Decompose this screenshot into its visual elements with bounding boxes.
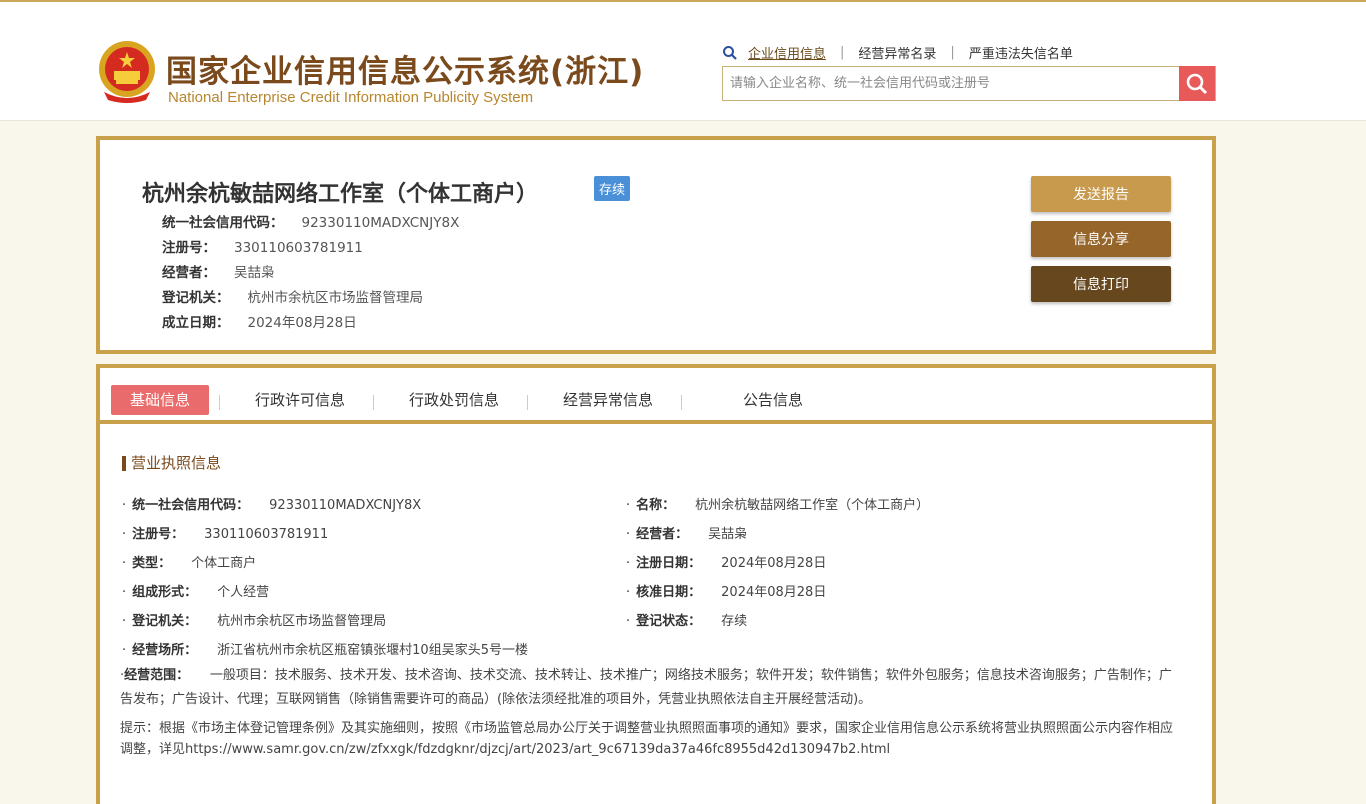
field-label: 经营范围：: [124, 668, 190, 683]
site-logo-title: 国家企业信用信息公示系统(浙江): [166, 54, 645, 90]
search-box: [722, 66, 1216, 101]
field-label: 经营场所：: [132, 643, 198, 658]
field-value: 杭州市余杭区市场监督管理局: [217, 614, 387, 629]
bullet: ·: [122, 614, 127, 629]
summary-est-date-label: 成立日期：: [162, 315, 230, 331]
field-form: · 组成形式： 个人经营: [122, 581, 269, 600]
field-label: 注册号：: [132, 527, 185, 542]
bullet: ·: [122, 585, 127, 600]
tab-abnormal-info[interactable]: 经营异常信息: [548, 385, 668, 415]
tab-separator: [527, 395, 528, 410]
field-value: 浙江省杭州市余杭区瓶窑镇张堰村10组吴家头5号一楼: [217, 643, 528, 658]
send-report-button[interactable]: 发送报告: [1031, 176, 1171, 212]
field-label: 注册日期：: [636, 556, 702, 571]
link-separator: |: [840, 45, 845, 60]
field-label: 核准日期：: [636, 585, 702, 600]
summary-reg-no-value: 330110603781911: [234, 240, 363, 256]
notice-text: 提示：根据《市场主体登记管理条例》及其实施细则，按照《市场监管总局办公厅关于调整…: [120, 721, 1174, 757]
field-value: 个人经营: [217, 585, 270, 600]
top-links: 企业信用信息 | 经营异常名录 | 严重违法失信名单: [722, 43, 1073, 62]
field-value: 杭州余杭敏喆网络工作室（个体工商户）: [695, 498, 930, 513]
summary-credit-code-value: 92330110MADXCNJY8X: [301, 215, 460, 231]
field-label: 组成形式：: [132, 585, 198, 600]
summary-operator-label: 经营者：: [162, 265, 216, 281]
bullet: ·: [626, 614, 631, 629]
link-abnormal-list[interactable]: 经营异常名录: [858, 43, 936, 62]
company-name: 杭州余杭敏喆网络工作室（个体工商户）: [142, 182, 539, 207]
tab-bar: 基础信息 行政许可信息 行政处罚信息 经营异常信息 公告信息: [100, 368, 1212, 424]
field-value: 92330110MADXCNJY8X: [269, 498, 422, 513]
summary-credit-code: 统一社会信用代码： 92330110MADXCNJY8X: [162, 211, 459, 231]
bullet: ·: [626, 556, 631, 571]
search-button[interactable]: [1179, 66, 1215, 101]
detail-section: 基础信息 行政许可信息 行政处罚信息 经营异常信息 公告信息 营业执照信息 · 统…: [96, 364, 1216, 804]
bullet: ·: [626, 585, 631, 600]
section-title: 营业执照信息: [122, 456, 221, 471]
summary-authority: 登记机关： 杭州市余杭区市场监督管理局: [162, 286, 423, 306]
summary-authority-value: 杭州市余杭区市场监督管理局: [247, 290, 424, 306]
company-summary-card: 杭州余杭敏喆网络工作室（个体工商户） 存续 统一社会信用代码： 92330110M…: [96, 136, 1216, 354]
field-value: 2024年08月28日: [721, 585, 827, 600]
field-authority: · 登记机关： 杭州市余杭区市场监督管理局: [122, 610, 386, 629]
summary-reg-no: 注册号： 330110603781911: [162, 236, 363, 256]
field-name: · 名称： 杭州余杭敏喆网络工作室（个体工商户）: [626, 494, 929, 513]
field-value: 存续: [721, 614, 748, 629]
tab-separator: [219, 395, 220, 410]
field-value: 330110603781911: [204, 527, 329, 542]
bullet: ·: [122, 556, 127, 571]
link-dishonest-list[interactable]: 严重违法失信名单: [969, 43, 1073, 62]
bullet: ·: [122, 498, 127, 513]
field-value: 个体工商户: [191, 556, 257, 571]
site-header: 国家企业信用信息公示系统(浙江) National Enterprise Cre…: [0, 2, 1366, 121]
share-info-button[interactable]: 信息分享: [1031, 221, 1171, 257]
field-label: 登记机关：: [132, 614, 198, 629]
field-label: 统一社会信用代码：: [132, 498, 250, 513]
field-label: 类型：: [132, 556, 172, 571]
tab-announcement-info[interactable]: 公告信息: [728, 385, 818, 415]
bullet: ·: [122, 527, 127, 542]
field-credit-code: · 统一社会信用代码： 92330110MADXCNJY8X: [122, 494, 421, 513]
summary-authority-label: 登记机关：: [162, 290, 230, 306]
field-business-scope: ·经营范围： 一般项目：技术服务、技术开发、技术咨询、技术交流、技术转让、技术推…: [120, 664, 1180, 712]
bullet: ·: [122, 643, 127, 658]
summary-credit-code-label: 统一社会信用代码：: [162, 215, 284, 231]
summary-est-date-value: 2024年08月28日: [247, 315, 357, 331]
field-label: 登记状态：: [636, 614, 702, 629]
site-logo-subtitle: National Enterprise Credit Information P…: [168, 89, 534, 106]
field-status: · 登记状态： 存续: [626, 610, 747, 629]
search-icon: [723, 45, 737, 60]
print-info-button[interactable]: 信息打印: [1031, 266, 1171, 302]
field-value: 吴喆枭: [708, 527, 748, 542]
field-value: 一般项目：技术服务、技术开发、技术咨询、技术交流、技术转让、技术推广；网络技术服…: [120, 668, 1172, 707]
bullet: ·: [626, 498, 631, 513]
field-label: 名称：: [636, 498, 676, 513]
summary-operator-value: 吴喆枭: [234, 265, 275, 281]
field-reg-date: · 注册日期： 2024年08月28日: [626, 552, 826, 571]
bullet: ·: [626, 527, 631, 542]
field-operator: · 经营者： 吴喆枭: [626, 523, 747, 542]
link-separator: |: [950, 45, 955, 60]
tab-separator: [681, 395, 682, 410]
summary-reg-no-label: 注册号：: [162, 240, 216, 256]
field-address: · 经营场所： 浙江省杭州市余杭区瓶窑镇张堰村10组吴家头5号一楼: [122, 639, 528, 658]
status-badge: 存续: [594, 176, 631, 201]
search-icon: [1186, 73, 1208, 94]
field-label: 经营者：: [636, 527, 689, 542]
tab-basic-info[interactable]: 基础信息: [111, 385, 209, 415]
link-enterprise-credit[interactable]: 企业信用信息: [748, 43, 826, 62]
summary-operator: 经营者： 吴喆枭: [162, 261, 275, 281]
field-type: · 类型： 个体工商户: [122, 552, 256, 571]
national-emblem-icon: [99, 41, 155, 103]
field-reg-no: · 注册号： 330110603781911: [122, 523, 328, 542]
search-input[interactable]: [723, 67, 1179, 100]
tab-penalty-info[interactable]: 行政处罚信息: [394, 385, 514, 415]
tab-license-info[interactable]: 行政许可信息: [240, 385, 360, 415]
field-value: 2024年08月28日: [721, 556, 827, 571]
field-approve-date: · 核准日期： 2024年08月28日: [626, 581, 826, 600]
tab-separator: [373, 395, 374, 410]
summary-est-date: 成立日期： 2024年08月28日: [162, 311, 357, 331]
